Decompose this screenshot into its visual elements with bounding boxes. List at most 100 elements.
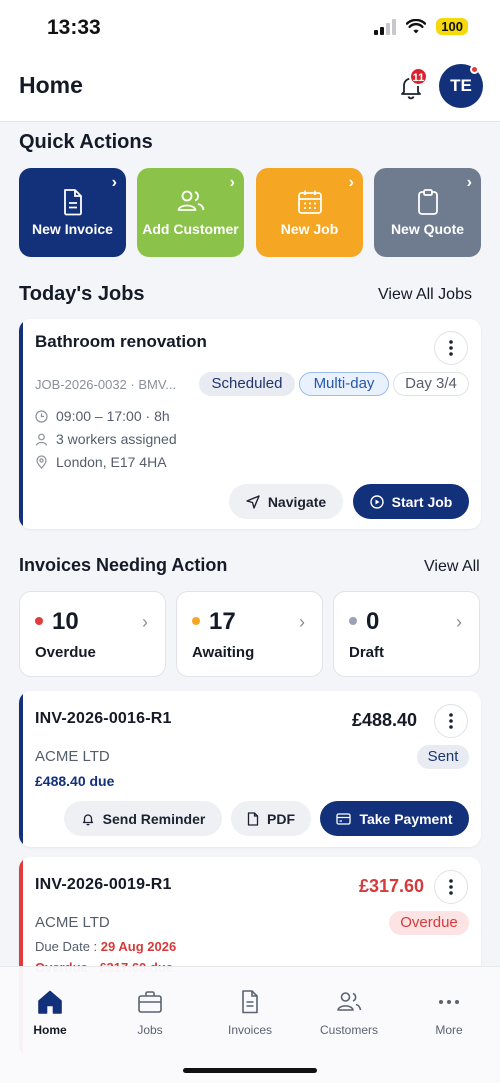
wifi-icon [406, 18, 427, 33]
awaiting-stat-card[interactable]: 17 Awaiting › [176, 591, 323, 677]
app-header: Home 11 TE [0, 56, 500, 122]
invoice-status-badge: Sent [417, 745, 469, 769]
nav-label-home: Home [33, 1023, 67, 1037]
job-time: 09:00 – 17:00 · 8h [56, 408, 170, 424]
navigate-label: Navigate [267, 493, 327, 510]
nav-item-customers[interactable]: Customers [304, 989, 394, 1037]
send-reminder-label: Send Reminder [102, 810, 206, 827]
send-reminder-button[interactable]: Send Reminder [64, 801, 222, 836]
people-icon [177, 190, 204, 211]
overdue-stat-card[interactable]: 10 Overdue › [19, 591, 166, 677]
draft-dot [349, 617, 357, 625]
location-pin-icon [36, 455, 47, 469]
due-date-label: Due Date : [35, 939, 98, 954]
view-all-invoices-link[interactable]: View All [424, 558, 480, 576]
todays-jobs-title: Today's Jobs [19, 283, 145, 305]
document-icon [63, 189, 82, 216]
invoice-amount: £317.60 [359, 876, 425, 896]
new-quote-label: New Quote [390, 221, 465, 237]
job-title: Bathroom renovation [35, 332, 207, 351]
nav-label-customers: Customers [319, 1023, 378, 1037]
credit-card-icon [336, 812, 352, 825]
awaiting-label: Awaiting [192, 644, 255, 661]
play-circle-icon [369, 494, 384, 509]
view-all-jobs-link[interactable]: View All Jobs [378, 286, 472, 304]
new-job-button[interactable]: › New Job [256, 168, 363, 257]
status-bar: 13:33 100 [0, 0, 500, 56]
status-icons: 100 [374, 18, 468, 35]
page-title: Home [19, 72, 83, 98]
due-date-value: 29 Aug 2026 [100, 939, 177, 954]
draft-stat-card[interactable]: 0 Draft › [333, 591, 480, 677]
take-payment-button[interactable]: Take Payment [320, 801, 469, 836]
battery-indicator: 100 [436, 18, 468, 35]
chevron-right-icon: › [229, 174, 235, 191]
overdue-label: Overdue [35, 644, 96, 661]
invoice-amount: £488.40 [352, 710, 418, 730]
home-indicator [183, 1068, 317, 1073]
invoice-number: INV-2026-0019-R1 [35, 876, 172, 893]
invoice-due-amount: £488.40 due [35, 773, 115, 789]
more-vertical-icon [449, 879, 453, 895]
chevron-right-icon: › [142, 612, 148, 632]
nav-label-invoices: Invoices [227, 1023, 273, 1037]
add-customer-button[interactable]: › Add Customer [137, 168, 244, 257]
chevron-right-icon: › [348, 174, 354, 191]
draft-count: 0 [366, 608, 380, 635]
job-more-button[interactable] [434, 331, 468, 365]
invoice-card[interactable]: INV-2026-0016-R1 £488.40 ACME LTD Sent £… [19, 691, 481, 847]
start-job-label: Start Job [391, 493, 453, 510]
job-card[interactable]: Bathroom renovation JOB-2026-0032 · BMV.… [19, 319, 481, 529]
navigate-button[interactable]: Navigate [229, 484, 343, 519]
chevron-right-icon: › [456, 612, 462, 632]
invoice-card-accent [19, 691, 23, 847]
job-location-row: London, E17 4HA [35, 454, 167, 470]
invoice-customer: ACME LTD [35, 748, 110, 765]
nav-label-jobs: Jobs [137, 1023, 163, 1037]
status-time: 13:33 [47, 16, 101, 39]
nav-item-jobs[interactable]: Jobs [105, 989, 195, 1037]
multi-day-tag: Multi-day [299, 372, 389, 396]
notification-count-badge: 11 [409, 67, 428, 86]
signal-icon [374, 18, 397, 35]
job-time-row: 09:00 – 17:00 · 8h [35, 408, 170, 424]
chevron-right-icon: › [111, 174, 117, 191]
nav-item-invoices[interactable]: Invoices [205, 989, 295, 1037]
bottom-navigation: Home Jobs Invoices Customers More [0, 966, 500, 1083]
invoice-number: INV-2026-0016-R1 [35, 710, 172, 727]
briefcase-icon [138, 991, 162, 1013]
nav-item-home[interactable]: Home [5, 989, 95, 1037]
invoice-due-date-row: Due Date : 29 Aug 2026 [35, 939, 176, 954]
job-workers-row: 3 workers assigned [35, 431, 177, 447]
home-icon [38, 990, 62, 1014]
new-quote-button[interactable]: › New Quote [374, 168, 481, 257]
day-progress-tag: Day 3/4 [393, 372, 469, 396]
job-status-tag: Scheduled [199, 372, 295, 396]
avatar-status-dot [470, 65, 479, 74]
new-invoice-label: New Invoice [32, 221, 113, 237]
quick-actions-title: Quick Actions [19, 131, 153, 153]
person-icon [35, 433, 48, 446]
chevron-right-icon: › [466, 174, 472, 191]
bell-icon [82, 813, 93, 825]
new-invoice-button[interactable]: › New Invoice [19, 168, 126, 257]
chevron-right-icon: › [299, 612, 305, 632]
take-payment-label: Take Payment [359, 810, 453, 827]
job-card-accent [19, 319, 23, 529]
pdf-label: PDF [267, 810, 295, 827]
pdf-button[interactable]: PDF [231, 801, 311, 836]
add-customer-label: Add Customer [142, 221, 239, 237]
invoice-more-button[interactable] [434, 704, 468, 738]
overdue-count: 10 [52, 608, 79, 635]
invoice-icon [242, 990, 258, 1014]
overdue-dot [35, 617, 43, 625]
draft-label: Draft [349, 644, 385, 661]
more-vertical-icon [449, 340, 453, 356]
invoice-more-button[interactable] [434, 870, 468, 904]
start-job-button[interactable]: Start Job [353, 484, 469, 519]
job-number: JOB-2026-0032 · BMV... [35, 377, 177, 392]
nav-item-more[interactable]: More [404, 989, 494, 1037]
new-job-label: New Job [280, 221, 339, 237]
navigation-arrow-icon [246, 494, 260, 509]
awaiting-count: 17 [209, 608, 236, 635]
